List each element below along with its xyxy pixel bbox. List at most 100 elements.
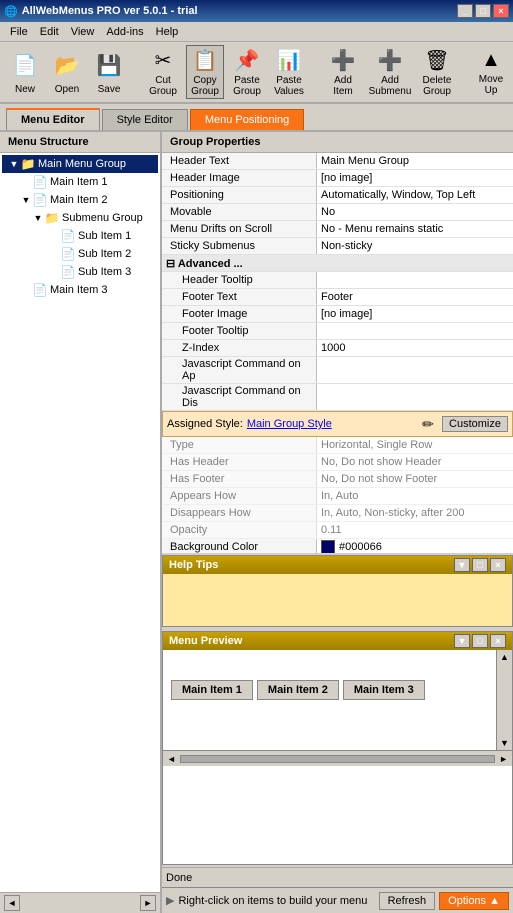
prop-value-zindex[interactable]: 1000 — [317, 340, 513, 356]
menubar-file[interactable]: File — [4, 24, 34, 40]
prop-name-js-disappear: Javascript Command on Dis — [162, 384, 317, 410]
prop-value-menu-drifts[interactable]: No - Menu remains static — [317, 221, 513, 237]
tree-item-sub-3[interactable]: 📄 Sub Item 3 — [2, 263, 158, 281]
toolbar-open-button[interactable]: 📂 Open — [48, 45, 86, 99]
preview-scroll-down-btn[interactable]: ▼ — [500, 738, 509, 748]
toolbar-paste-values-button[interactable]: 📊 Paste Values — [270, 45, 308, 99]
preview-hscroll-right-btn[interactable]: ► — [495, 754, 512, 764]
tree-item-main-3[interactable]: 📄 Main Item 3 — [2, 281, 158, 299]
tree-area[interactable]: ▼ 📁 Main Menu Group 📄 Main Item 1 ▼ 📄 Ma… — [0, 153, 160, 892]
toolbar-add-submenu-button[interactable]: ➕ Add Submenu — [366, 45, 414, 99]
tree-toggle-item2[interactable]: ▼ — [20, 194, 32, 206]
prop-row-zindex: Z-Index 1000 — [162, 340, 513, 357]
prop-row-sticky: Sticky Submenus Non-sticky — [162, 238, 513, 255]
help-panel-restore-btn[interactable]: □ — [472, 558, 488, 572]
preview-panel-close-btn[interactable]: × — [490, 634, 506, 648]
prop-name-advanced[interactable]: ⊟ Advanced ... — [162, 255, 513, 271]
cut-icon: ✂ — [147, 48, 179, 73]
toolbar-cut-group-button[interactable]: ✂ Cut Group — [144, 45, 182, 99]
minimize-button[interactable]: _ — [457, 4, 473, 18]
tab-menu-positioning[interactable]: Menu Positioning — [190, 109, 304, 130]
tree-icon-item1: 📄 — [32, 174, 48, 190]
close-button[interactable]: × — [493, 4, 509, 18]
toolbar-new-label: New — [15, 84, 35, 95]
status-text: Done — [166, 872, 509, 884]
prop-name-type: Type — [162, 437, 317, 453]
prop-row-disappears-how: Disappears How In, Auto, Non-sticky, aft… — [162, 505, 513, 522]
properties-table[interactable]: Header Text Main Menu Group Header Image… — [162, 153, 513, 553]
bg-color-value: #000066 — [339, 541, 382, 553]
toolbar-paste-group-button[interactable]: 📌 Paste Group — [228, 45, 266, 99]
refresh-button[interactable]: Refresh — [379, 892, 436, 910]
bottom-hint-text: Right-click on items to build your menu — [178, 895, 374, 907]
style-bar-edit-icon[interactable]: ✏ — [418, 414, 438, 434]
customize-button[interactable]: Customize — [442, 416, 508, 432]
panel-scroll-buttons: ◄ ► — [0, 892, 160, 913]
titlebar: 🌐 AllWebMenus PRO ver 5.0.1 - trial _ □ … — [0, 0, 513, 22]
style-bar-style-name[interactable]: Main Group Style — [247, 418, 332, 430]
preview-panel-minimize-btn[interactable]: ▼ — [454, 634, 470, 648]
style-bar: Assigned Style: Main Group Style ✏ Custo… — [162, 411, 513, 437]
preview-hscroll-track[interactable] — [180, 755, 495, 763]
maximize-button[interactable]: □ — [475, 4, 491, 18]
toolbar-copy-group-button[interactable]: 📋 Copy Group — [186, 45, 224, 99]
prop-value-header-text[interactable]: Main Menu Group — [317, 153, 513, 169]
scroll-left-btn[interactable]: ◄ — [4, 895, 20, 911]
tree-item-sub-1[interactable]: 📄 Sub Item 1 — [2, 227, 158, 245]
tree-item-sub-2[interactable]: 📄 Sub Item 2 — [2, 245, 158, 263]
tree-item-submenu-group[interactable]: ▼ 📁 Submenu Group — [2, 209, 158, 227]
preview-scroll-up-btn[interactable]: ▲ — [500, 652, 509, 662]
tree-item-main-1[interactable]: 📄 Main Item 1 — [2, 173, 158, 191]
toolbar-cut-label: Cut Group — [147, 75, 179, 97]
preview-panel-restore-btn[interactable]: □ — [472, 634, 488, 648]
save-icon: 💾 — [93, 50, 125, 82]
prop-value-opacity: 0.11 — [317, 522, 513, 538]
prop-value-header-image[interactable]: [no image] — [317, 170, 513, 186]
menubar-edit[interactable]: Edit — [34, 24, 65, 40]
toolbar-add-item-button[interactable]: ➕ Add Item — [324, 45, 362, 99]
preview-panel-title: Menu Preview — [169, 635, 242, 647]
tree-item-main-2[interactable]: ▼ 📄 Main Item 2 — [2, 191, 158, 209]
tree-label-sub-2: Sub Item 2 — [78, 248, 131, 260]
prop-value-movable[interactable]: No — [317, 204, 513, 220]
preview-hscroll-left-btn[interactable]: ◄ — [163, 754, 180, 764]
toolbar-new-button[interactable]: 📄 New — [6, 45, 44, 99]
menubar-addins[interactable]: Add-ins — [100, 24, 149, 40]
menubar-view[interactable]: View — [65, 24, 101, 40]
preview-menu-item-2[interactable]: Main Item 2 — [257, 680, 339, 700]
prop-value-sticky[interactable]: Non-sticky — [317, 238, 513, 254]
tree-toggle-main[interactable]: ▼ — [8, 158, 20, 170]
scroll-right-btn[interactable]: ► — [140, 895, 156, 911]
help-panel-minimize-btn[interactable]: ▼ — [454, 558, 470, 572]
prop-value-positioning[interactable]: Automatically, Window, Top Left — [317, 187, 513, 203]
prop-row-appears-how: Appears How In, Auto — [162, 488, 513, 505]
help-panel-close-btn[interactable]: × — [490, 558, 506, 572]
prop-value-header-tooltip[interactable] — [317, 272, 513, 288]
tree-toggle-submenu[interactable]: ▼ — [32, 212, 44, 224]
prop-value-js-appear[interactable] — [317, 357, 513, 383]
prop-value-footer-image[interactable]: [no image] — [317, 306, 513, 322]
prop-name-zindex: Z-Index — [162, 340, 317, 356]
preview-menu-item-3[interactable]: Main Item 3 — [343, 680, 425, 700]
toolbar-copy-label: Copy Group — [189, 75, 221, 97]
toolbar-delete-group-button[interactable]: 🗑 Delete Group — [418, 45, 456, 99]
tree-item-main-menu-group[interactable]: ▼ 📁 Main Menu Group — [2, 155, 158, 173]
prop-value-js-disappear[interactable] — [317, 384, 513, 410]
preview-scrollbar[interactable]: ▲ ▼ — [496, 650, 512, 750]
prop-value-footer-tooltip[interactable] — [317, 323, 513, 339]
prop-value-bg-color[interactable]: #000066 — [317, 539, 513, 553]
toolbar-move-up-button[interactable]: ▲ Move Up — [472, 45, 510, 99]
toolbar-paste-values-label: Paste Values — [273, 75, 305, 97]
toolbar-save-button[interactable]: 💾 Save — [90, 45, 128, 99]
prop-row-header-text: Header Text Main Menu Group — [162, 153, 513, 170]
preview-menu-item-1[interactable]: Main Item 1 — [171, 680, 253, 700]
copy-icon: 📋 — [189, 48, 221, 73]
prop-value-footer-text[interactable]: Footer — [317, 289, 513, 305]
menubar: File Edit View Add-ins Help — [0, 22, 513, 42]
menubar-help[interactable]: Help — [150, 24, 185, 40]
tab-style-editor[interactable]: Style Editor — [102, 109, 188, 130]
preview-hscrollbar[interactable]: ◄ ► — [163, 750, 512, 766]
tree-toggle-sub2 — [48, 248, 60, 260]
tab-menu-editor[interactable]: Menu Editor — [6, 108, 100, 130]
options-button[interactable]: Options ▲ — [439, 892, 509, 910]
